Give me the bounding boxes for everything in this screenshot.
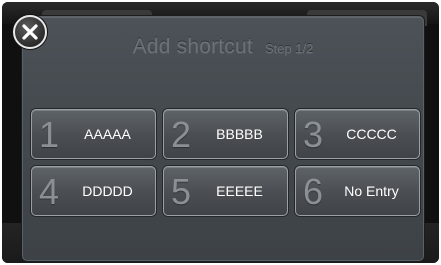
dialog-title: Add shortcut Step 1/2 <box>23 35 423 59</box>
shortcut-button-4[interactable]: 4 DDDDD <box>31 166 156 216</box>
shortcut-number: 4 <box>39 171 60 212</box>
shortcut-button-1[interactable]: 1 AAAAA <box>31 109 156 159</box>
shortcut-button-2[interactable]: 2 BBBBB <box>163 109 288 159</box>
shortcut-label: AAAAA <box>84 126 131 142</box>
shortcut-label: DDDDD <box>82 183 133 199</box>
shortcut-button-5[interactable]: 5 EEEEE <box>163 166 288 216</box>
shortcut-button-3[interactable]: 3 CCCCC <box>295 109 420 159</box>
shortcut-button-6[interactable]: 6 No Entry <box>295 166 420 216</box>
close-icon <box>22 24 38 40</box>
shortcut-number: 1 <box>39 114 60 155</box>
close-button[interactable] <box>13 15 47 49</box>
shortcut-number: 3 <box>303 114 324 155</box>
shortcut-label: BBBBB <box>216 126 263 142</box>
add-shortcut-dialog: Add shortcut Step 1/2 1 AAAAA 2 BBBBB 3 C… <box>22 16 424 261</box>
shortcut-number: 6 <box>303 171 324 212</box>
dialog-title-text: Add shortcut <box>132 35 253 58</box>
shortcut-label: EEEEE <box>216 183 263 199</box>
shortcut-number: 5 <box>171 171 192 212</box>
shortcut-label: CCCCC <box>346 126 397 142</box>
shortcut-number: 2 <box>171 114 192 155</box>
shortcut-label: No Entry <box>344 183 399 199</box>
dialog-step-indicator: Step 1/2 <box>264 41 314 56</box>
screen: Add shortcut Step 1/2 1 AAAAA 2 BBBBB 3 C… <box>2 2 439 263</box>
